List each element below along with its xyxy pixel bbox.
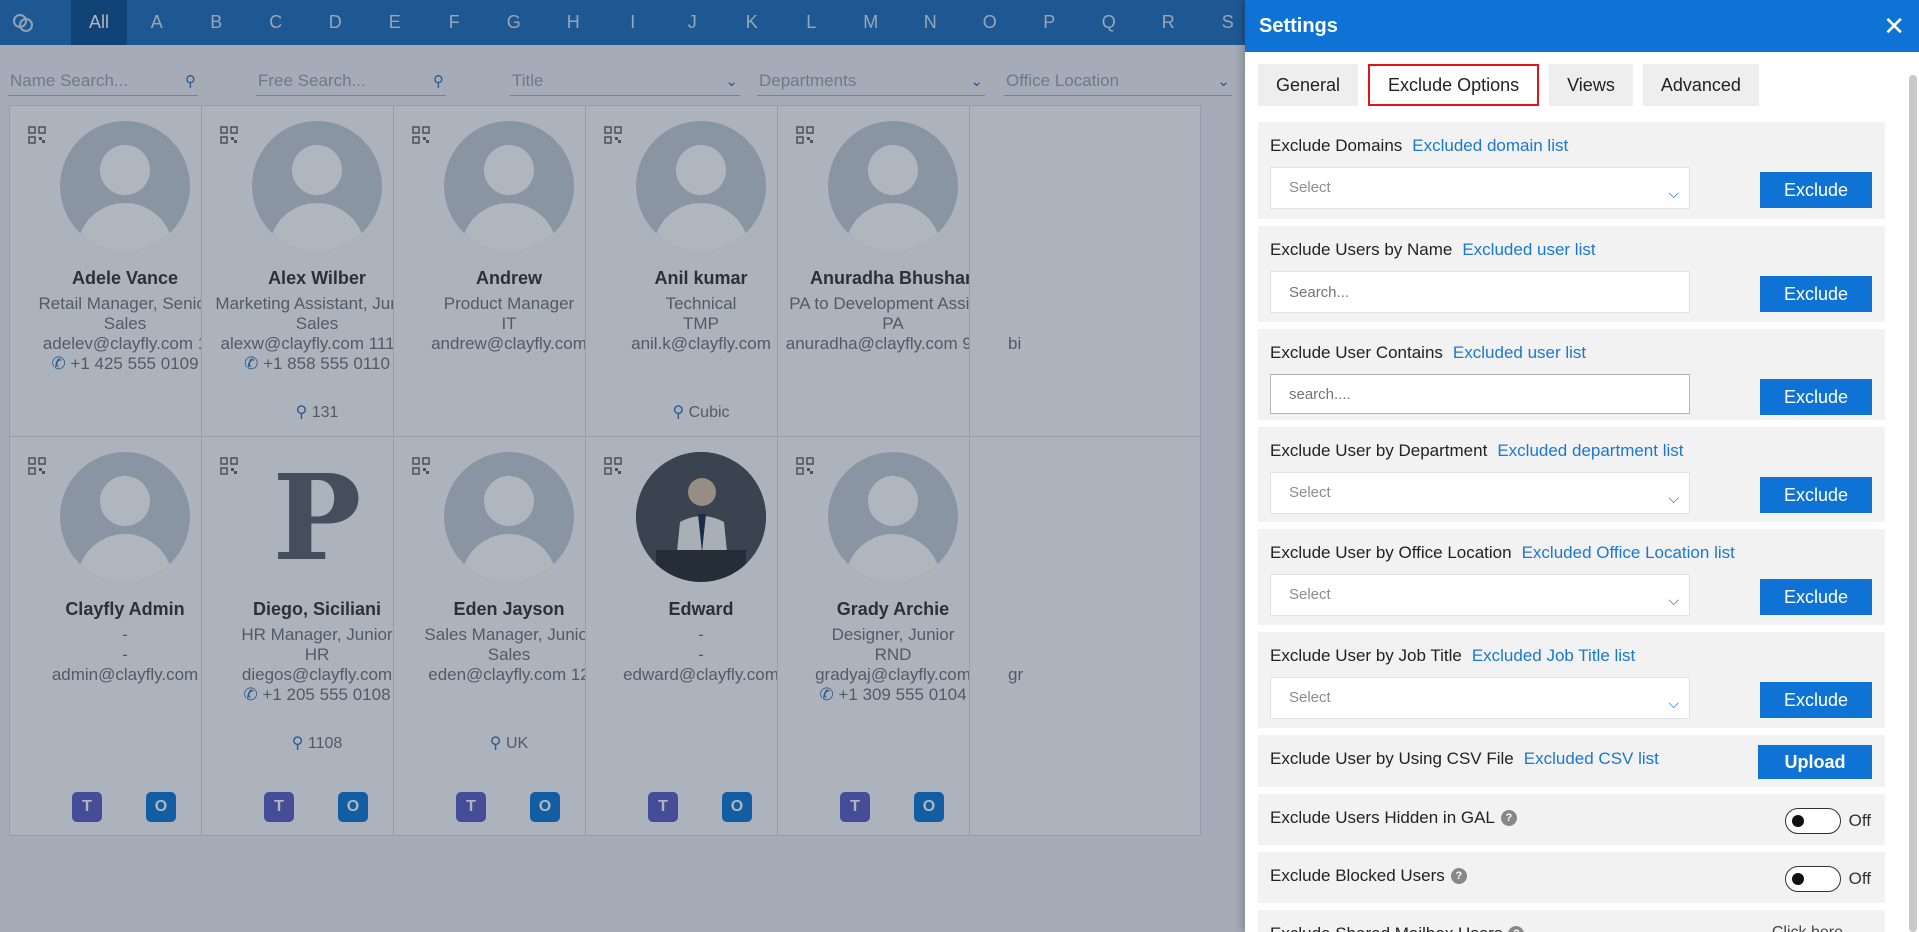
exclude-hidden-gal-label: Exclude Users Hidden in GAL [1270, 808, 1495, 827]
excluded-user-list-link[interactable]: Excluded user list [1462, 240, 1595, 259]
excluded-job-title-list-link[interactable]: Excluded Job Title list [1472, 646, 1635, 665]
exclude-blocked-label: Exclude Blocked Users [1270, 866, 1445, 885]
upload-csv-button[interactable]: Upload [1758, 745, 1872, 779]
settings-panel: Settings ✕ General Exclude Options Views… [1245, 0, 1919, 932]
office-select[interactable]: Select ⌵ [1270, 574, 1690, 616]
settings-scrollbar[interactable] [1909, 75, 1917, 932]
hidden-gal-toggle-wrap: Off [1784, 808, 1871, 834]
exclude-hidden-gal-row: Exclude Users Hidden in GAL? Off [1258, 794, 1885, 845]
tab-exclude-options[interactable]: Exclude Options [1368, 64, 1540, 106]
exclude-office-button[interactable]: Exclude [1760, 579, 1872, 615]
department-select-placeholder: Select [1289, 484, 1331, 501]
blocked-state: Off [1848, 869, 1871, 888]
settings-header: Settings ✕ [1245, 0, 1919, 52]
exclude-csv-label: Exclude User by Using CSV File [1270, 749, 1514, 768]
tab-general[interactable]: General [1258, 64, 1359, 106]
settings-title: Settings [1259, 14, 1338, 37]
settings-tabs: General Exclude Options Views Advanced [1258, 64, 1759, 106]
exclude-domains-label: Exclude Domains [1270, 136, 1403, 155]
excluded-domain-list-link[interactable]: Excluded domain list [1412, 136, 1568, 155]
exclude-hidden-gal-label-wrap: Exclude Users Hidden in GAL? [1270, 808, 1517, 828]
exclude-csv-label-wrap: Exclude User by Using CSV File Excluded C… [1270, 749, 1659, 769]
exclude-job-title-label: Exclude User by Job Title [1270, 646, 1462, 665]
exclude-csv-row: Exclude User by Using CSV File Excluded C… [1258, 735, 1885, 787]
excluded-csv-list-link[interactable]: Excluded CSV list [1524, 749, 1659, 768]
exclude-department-row: Exclude User by Department Excluded depar… [1258, 427, 1885, 522]
exclude-users-name-row: Exclude Users by Name Excluded user list … [1258, 226, 1885, 322]
office-select-placeholder: Select [1289, 586, 1331, 603]
exclude-user-contains-button[interactable]: Exclude [1760, 379, 1872, 415]
exclude-options-list: Exclude Domains Excluded domain list Sele… [1258, 122, 1885, 932]
tab-advanced[interactable]: Advanced [1642, 64, 1759, 106]
chevron-down-icon: ⌵ [1668, 695, 1679, 711]
chevron-down-icon: ⌵ [1668, 185, 1679, 201]
exclude-domains-row: Exclude Domains Excluded domain list Sele… [1258, 122, 1885, 219]
user-contains-input[interactable] [1270, 374, 1690, 414]
exclude-domains-button[interactable]: Exclude [1760, 172, 1872, 208]
exclude-shared-label: Exclude Shared Mailbox Users [1270, 924, 1502, 932]
exclude-blocked-row: Exclude Blocked Users? Off [1258, 852, 1885, 903]
exclude-domains-label-wrap: Exclude Domains Excluded domain list [1270, 136, 1568, 156]
exclude-users-name-button[interactable]: Exclude [1760, 276, 1872, 312]
department-select[interactable]: Select ⌵ [1270, 472, 1690, 514]
close-icon[interactable]: ✕ [1883, 13, 1905, 39]
excluded-department-list-link[interactable]: Excluded department list [1497, 441, 1683, 460]
exclude-job-title-row: Exclude User by Job Title Excluded Job Ti… [1258, 632, 1885, 728]
exclude-department-button[interactable]: Exclude [1760, 477, 1872, 513]
exclude-job-title-button[interactable]: Exclude [1760, 682, 1872, 718]
exclude-blocked-label-wrap: Exclude Blocked Users? [1270, 866, 1467, 886]
toggle-knob [1791, 873, 1804, 885]
scrollbar-thumb[interactable] [1909, 75, 1917, 932]
blocked-toggle-wrap: Off [1784, 866, 1871, 892]
exclude-department-label: Exclude User by Department [1270, 441, 1488, 460]
chevron-down-icon: ⌵ [1668, 592, 1679, 608]
exclude-job-title-label-wrap: Exclude User by Job Title Excluded Job Ti… [1270, 646, 1635, 666]
help-icon[interactable]: ? [1450, 868, 1467, 884]
excluded-user-contains-list-link[interactable]: Excluded user list [1453, 343, 1586, 362]
help-icon[interactable]: ? [1508, 926, 1525, 932]
exclude-users-name-label-wrap: Exclude Users by Name Excluded user list [1270, 240, 1596, 260]
exclude-office-label-wrap: Exclude User by Office Location Excluded … [1270, 543, 1735, 563]
hidden-gal-state: Off [1848, 811, 1871, 830]
users-name-search-input[interactable] [1270, 271, 1690, 313]
exclude-users-name-label: Exclude Users by Name [1270, 240, 1453, 259]
hidden-gal-toggle[interactable] [1784, 808, 1841, 834]
exclude-shared-row: Exclude Shared Mailbox Users? Click here [1258, 910, 1885, 932]
job-title-select[interactable]: Select ⌵ [1270, 677, 1690, 719]
blocked-toggle[interactable] [1784, 866, 1841, 892]
toggle-knob [1791, 815, 1804, 827]
shared-click-here-link[interactable]: Click here [1772, 924, 1843, 932]
exclude-office-label: Exclude User by Office Location [1270, 543, 1512, 562]
excluded-office-location-list-link[interactable]: Excluded Office Location list [1522, 543, 1735, 562]
exclude-office-row: Exclude User by Office Location Excluded … [1258, 529, 1885, 625]
tab-views[interactable]: Views [1549, 64, 1633, 106]
exclude-department-label-wrap: Exclude User by Department Excluded depar… [1270, 441, 1683, 461]
exclude-shared-label-wrap: Exclude Shared Mailbox Users? [1270, 924, 1525, 932]
exclude-user-contains-row: Exclude User Contains Excluded user list … [1258, 329, 1885, 420]
domains-select[interactable]: Select ⌵ [1270, 167, 1690, 209]
exclude-user-contains-label-wrap: Exclude User Contains Excluded user list [1270, 343, 1586, 363]
domains-select-placeholder: Select [1289, 179, 1331, 196]
job-title-select-placeholder: Select [1289, 689, 1331, 706]
chevron-down-icon: ⌵ [1668, 490, 1679, 506]
help-icon[interactable]: ? [1500, 810, 1517, 826]
exclude-user-contains-label: Exclude User Contains [1270, 343, 1443, 362]
